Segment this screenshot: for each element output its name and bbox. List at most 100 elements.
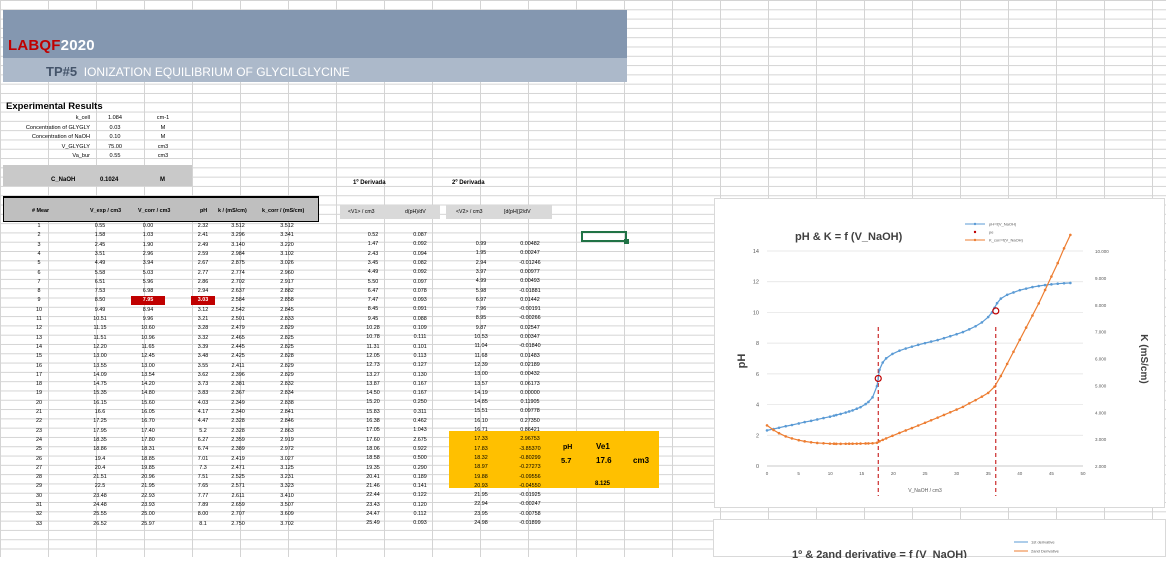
- cell-ph[interactable]: 3.73: [191, 381, 215, 387]
- cell-vcorr[interactable]: 0.00: [131, 223, 165, 229]
- deriv2-d2ph[interactable]: 0.00432: [512, 371, 548, 377]
- cell-ph[interactable]: 3.28: [191, 325, 215, 331]
- deriv2-v[interactable]: 15.51: [468, 408, 494, 414]
- deriv1-v[interactable]: 7.47: [360, 297, 386, 303]
- cell-kcorr[interactable]: 2.841: [265, 409, 309, 415]
- cell-k[interactable]: 2.328: [221, 428, 255, 434]
- cell-ph[interactable]: 6.74: [191, 446, 215, 452]
- deriv2-d2ph[interactable]: -0.00758: [512, 511, 548, 517]
- cell-num[interactable]: 28: [21, 474, 57, 480]
- cell-vexp[interactable]: 4.49: [83, 260, 117, 266]
- cell-kcorr[interactable]: 3.507: [265, 502, 309, 508]
- deriv2-d2ph[interactable]: -0.01246: [512, 260, 548, 266]
- cell-ph[interactable]: 2.32: [191, 223, 215, 229]
- deriv1-v[interactable]: 13.27: [360, 372, 386, 378]
- cell-num[interactable]: 8: [21, 288, 57, 294]
- cell-ph[interactable]: 7.3: [191, 465, 215, 471]
- deriv2-v[interactable]: 17.83: [468, 446, 494, 452]
- cell-ph[interactable]: 4.47: [191, 418, 215, 424]
- deriv1-v[interactable]: 4.49: [360, 269, 386, 275]
- deriv2-v[interactable]: 1.95: [468, 250, 494, 256]
- cell-k[interactable]: 2.637: [221, 288, 255, 294]
- deriv2-v[interactable]: 10.53: [468, 334, 494, 340]
- cell-ph[interactable]: 3.32: [191, 335, 215, 341]
- deriv2-d2ph[interactable]: 0.09778: [512, 408, 548, 414]
- cell-ph[interactable]: 4.17: [191, 409, 215, 415]
- cell-vexp[interactable]: 3.51: [83, 251, 117, 257]
- cell-num[interactable]: 10: [21, 307, 57, 313]
- deriv1-v[interactable]: 6.47: [360, 288, 386, 294]
- cell-num[interactable]: 18: [21, 381, 57, 387]
- cell-num[interactable]: 15: [21, 353, 57, 359]
- cell-vexp[interactable]: 7.53: [83, 288, 117, 294]
- deriv2-v[interactable]: 7.96: [468, 306, 494, 312]
- deriv1-dph[interactable]: 0.167: [406, 381, 434, 387]
- deriv1-v[interactable]: 3.45: [360, 260, 386, 266]
- deriv2-d2ph[interactable]: 0.27350: [512, 418, 548, 424]
- cell-kcorr[interactable]: 3.341: [265, 232, 309, 238]
- deriv1-dph[interactable]: 0.250: [406, 399, 434, 405]
- deriv1-dph[interactable]: 0.111: [406, 334, 434, 340]
- cell-ph[interactable]: 8.1: [191, 521, 215, 527]
- cell-kcorr[interactable]: 2.858: [265, 297, 309, 303]
- deriv1-v[interactable]: 18.58: [360, 455, 386, 461]
- cell-vcorr[interactable]: 3.94: [131, 260, 165, 266]
- deriv2-v[interactable]: 21.95: [468, 492, 494, 498]
- deriv1-v[interactable]: 12.05: [360, 353, 386, 359]
- deriv1-dph[interactable]: 0.091: [406, 306, 434, 312]
- cell-kcorr[interactable]: 2.838: [265, 400, 309, 406]
- cell-kcorr[interactable]: 2.834: [265, 390, 309, 396]
- deriv1-v[interactable]: 20.41: [360, 474, 386, 480]
- deriv1-v[interactable]: 12.73: [360, 362, 386, 368]
- deriv2-v[interactable]: 4.99: [468, 278, 494, 284]
- deriv1-v[interactable]: 19.35: [360, 465, 386, 471]
- cell-kcorr[interactable]: 2.917: [265, 279, 309, 285]
- cell-vexp[interactable]: 10.51: [83, 316, 117, 322]
- cell-num[interactable]: 1: [21, 223, 57, 229]
- cell-num[interactable]: 17: [21, 372, 57, 378]
- cell-vcorr[interactable]: 14.20: [131, 381, 165, 387]
- deriv1-v[interactable]: 22.44: [360, 492, 386, 498]
- deriv2-d2ph[interactable]: -0.01840: [512, 343, 548, 349]
- deriv2-d2ph[interactable]: -0.09556: [512, 474, 548, 480]
- cell-ph[interactable]: 7.51: [191, 474, 215, 480]
- cell-vexp[interactable]: 1.58: [83, 232, 117, 238]
- cell-kcorr[interactable]: 2.845: [265, 307, 309, 313]
- cell-k[interactable]: 2.702: [221, 279, 255, 285]
- deriv2-v[interactable]: 0.99: [468, 241, 494, 247]
- deriv1-dph[interactable]: 0.093: [406, 297, 434, 303]
- deriv2-v[interactable]: 13.57: [468, 381, 494, 387]
- cell-vcorr[interactable]: 2.96: [131, 251, 165, 257]
- deriv2-d2ph[interactable]: 0.00247: [512, 250, 548, 256]
- cell-ph[interactable]: 3.21: [191, 316, 215, 322]
- deriv1-v[interactable]: 11.31: [360, 344, 386, 350]
- cell-vcorr[interactable]: 12.45: [131, 353, 165, 359]
- deriv2-v[interactable]: 12.39: [468, 362, 494, 368]
- deriv1-dph[interactable]: 1.043: [406, 427, 434, 433]
- cell-k[interactable]: 2.328: [221, 418, 255, 424]
- deriv2-d2ph[interactable]: 0.86421: [512, 427, 548, 433]
- cell-vcorr[interactable]: 22.93: [131, 493, 165, 499]
- deriv1-dph[interactable]: 0.097: [406, 279, 434, 285]
- cell-vexp[interactable]: 18.86: [83, 446, 117, 452]
- cell-vexp[interactable]: 20.4: [83, 465, 117, 471]
- cell-num[interactable]: 14: [21, 344, 57, 350]
- deriv1-v[interactable]: 10.78: [360, 334, 386, 340]
- cell-ph[interactable]: 3.62: [191, 372, 215, 378]
- cell-vexp[interactable]: 11.15: [83, 325, 117, 331]
- cell-vcorr[interactable]: 19.85: [131, 465, 165, 471]
- deriv1-dph[interactable]: 0.113: [406, 353, 434, 359]
- deriv2-v[interactable]: 11.68: [468, 353, 494, 359]
- cell-k[interactable]: 2.774: [221, 270, 255, 276]
- cell-k[interactable]: 2.659: [221, 502, 255, 508]
- cell-vcorr[interactable]: 14.80: [131, 390, 165, 396]
- cell-vcorr[interactable]: 7.95: [131, 296, 165, 306]
- cell-ph[interactable]: 2.86: [191, 279, 215, 285]
- deriv2-v[interactable]: 14.85: [468, 399, 494, 405]
- cell-ph[interactable]: 2.77: [191, 270, 215, 276]
- deriv2-d2ph[interactable]: -0.00247: [512, 501, 548, 507]
- cell-vexp[interactable]: 9.49: [83, 307, 117, 313]
- deriv1-dph[interactable]: 0.922: [406, 446, 434, 452]
- deriv2-v[interactable]: 3.97: [468, 269, 494, 275]
- cell-vexp[interactable]: 5.58: [83, 270, 117, 276]
